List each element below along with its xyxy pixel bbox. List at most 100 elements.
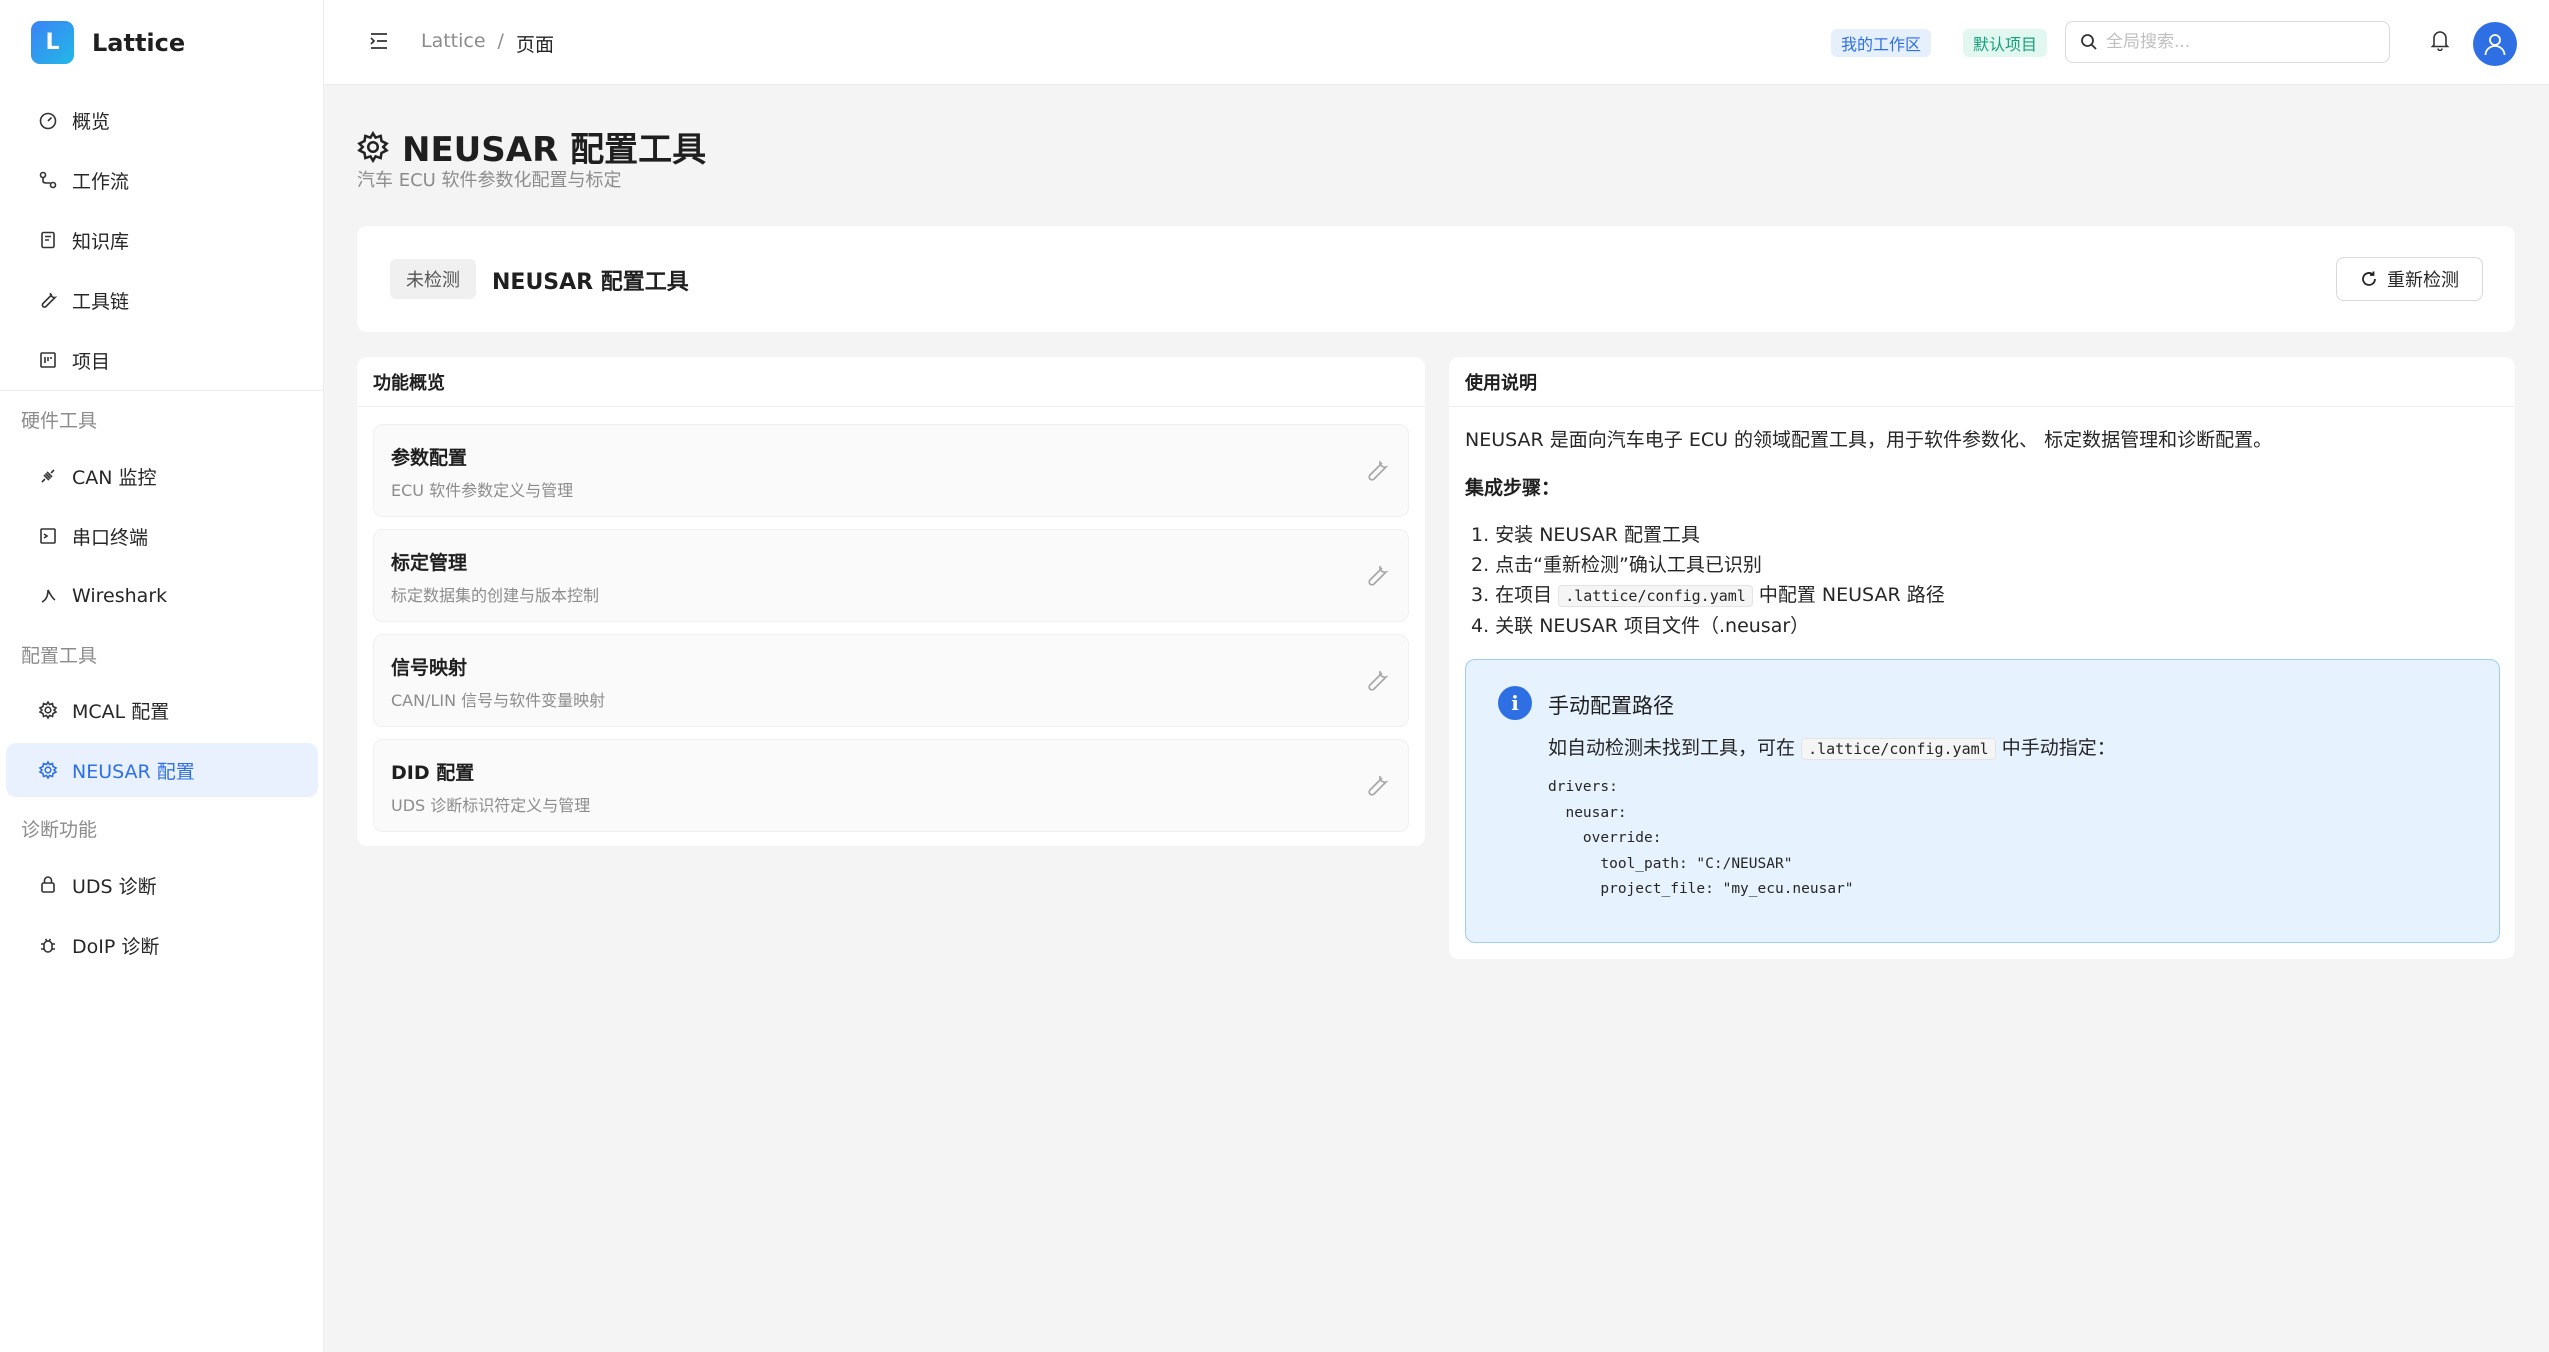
sidebar-item-label: MCAL 配置 xyxy=(72,700,170,723)
step-item: 1. 安装 NEUSAR 配置工具 xyxy=(1471,524,1700,546)
tool-name: NEUSAR 配置工具 xyxy=(492,270,689,295)
usage-panel: 使用说明 NEUSAR 是面向汽车电子 ECU 的领域配置工具，用于软件参数化、… xyxy=(1449,357,2515,959)
steps-title: 集成步骤： xyxy=(1465,477,1561,499)
sidebar-item-workflow[interactable]: 工作流 xyxy=(6,153,318,207)
refresh-icon xyxy=(2362,271,2376,286)
sidebar-item-wireshark[interactable]: Wireshark xyxy=(6,569,318,623)
wrench-icon xyxy=(1368,460,1389,481)
user-icon xyxy=(2484,34,2506,56)
sidebar-item-label: DoIP 诊断 xyxy=(72,935,160,958)
lock-icon xyxy=(41,876,55,893)
gear-icon xyxy=(38,760,58,780)
breadcrumb: Lattice / 页面 xyxy=(421,30,554,57)
sidebar-item-label: 项目 xyxy=(72,350,111,373)
sidebar-item-mcal-config[interactable]: MCAL 配置 xyxy=(6,683,318,737)
tool-status-card: 未检测 NEUSAR 配置工具 重新检测 xyxy=(357,226,2515,332)
wrench-icon xyxy=(41,292,58,308)
search-icon xyxy=(2081,34,2097,50)
breadcrumb-current: 页面 xyxy=(515,34,554,56)
step-item: 3. 在项目 .lattice/config.yaml 中配置 NEUSAR 路… xyxy=(1471,580,1945,611)
sidebar: L Lattice 概览 工作流 知识库 工具链 项目 硬件工具 CAN 监控 … xyxy=(0,0,324,1352)
step-text: 中配置 NEUSAR 路径 xyxy=(1758,584,1945,606)
config-path-code: .lattice/config.yaml xyxy=(1558,585,1753,607)
alert-title: 手动配置路径 xyxy=(1548,694,1674,718)
step-text: 3. 在项目 xyxy=(1471,584,1553,606)
section-config-tools: 配置工具 xyxy=(21,645,98,667)
page-title: NEUSAR 配置工具 xyxy=(356,122,706,171)
status-badge: 未检测 xyxy=(390,259,476,299)
sidebar-item-neusar-config[interactable]: NEUSAR 配置 xyxy=(6,743,318,797)
feature-desc: CAN/LIN 信号与软件变量映射 xyxy=(391,691,606,710)
gear-icon xyxy=(357,130,389,163)
terminal-icon xyxy=(40,528,56,544)
sidebar-item-can-monitor[interactable]: CAN 监控 xyxy=(6,449,318,503)
feature-title: 信号映射 xyxy=(391,657,468,679)
wrench-icon xyxy=(1368,775,1389,796)
page-subtitle: 汽车 ECU 软件参数化配置与标定 xyxy=(357,170,622,191)
sidebar-item-label: 串口终端 xyxy=(72,526,149,549)
config-path-code: .lattice/config.yaml xyxy=(1801,738,1996,760)
step-item: 2. 点击“重新检测”确认工具已识别 xyxy=(1471,554,1762,576)
feature-item-parameter-config[interactable]: 参数配置 ECU 软件参数定义与管理 xyxy=(373,424,1409,517)
gear-icon xyxy=(38,700,58,720)
search-input[interactable] xyxy=(2106,32,2376,52)
sidebar-item-label: 工作流 xyxy=(72,170,130,193)
workspace-tag[interactable]: 我的工作区 xyxy=(1831,29,1932,57)
feature-title: DID 配置 xyxy=(391,762,475,784)
recheck-button[interactable]: 重新检测 xyxy=(2336,257,2483,301)
breadcrumb-separator: / xyxy=(497,30,504,52)
plug-icon xyxy=(41,469,55,483)
sidebar-item-knowledge[interactable]: 知识库 xyxy=(6,213,318,267)
feature-item-signal-mapping[interactable]: 信号映射 CAN/LIN 信号与软件变量映射 xyxy=(373,634,1409,727)
sidebar-item-label: NEUSAR 配置 xyxy=(72,760,195,783)
feature-item-calibration[interactable]: 标定管理 标定数据集的创建与版本控制 xyxy=(373,529,1409,622)
sidebar-item-overview[interactable]: 概览 xyxy=(6,93,318,147)
manual-config-alert: i 手动配置路径 如自动检测未找到工具，可在 .lattice/config.y… xyxy=(1465,659,2500,943)
sidebar-item-label: Wireshark xyxy=(72,585,168,607)
breadcrumb-root[interactable]: Lattice xyxy=(421,30,486,57)
workflow-icon xyxy=(39,171,57,189)
dashboard-icon xyxy=(39,112,57,130)
menu-toggle-icon[interactable] xyxy=(368,30,390,52)
brand-name: Lattice xyxy=(92,28,186,57)
steps-list: 1. 安装 NEUSAR 配置工具 2. 点击“重新检测”确认工具已识别 3. … xyxy=(1471,520,1945,641)
brand-logo: L xyxy=(31,21,74,64)
feature-item-did-config[interactable]: DID 配置 UDS 诊断标识符定义与管理 xyxy=(373,739,1409,832)
bell-icon[interactable] xyxy=(2430,29,2450,51)
wrench-icon xyxy=(1368,565,1389,586)
info-icon: i xyxy=(1498,686,1532,720)
sidebar-item-uds-diagnostics[interactable]: UDS 诊断 xyxy=(6,858,318,912)
page-title-text: NEUSAR 配置工具 xyxy=(402,130,707,170)
sidebar-item-label: 工具链 xyxy=(72,290,130,313)
sidebar-item-projects[interactable]: 项目 xyxy=(6,333,318,387)
sidebar-item-doip-diagnostics[interactable]: DoIP 诊断 xyxy=(6,918,318,972)
bug-icon xyxy=(41,938,55,953)
top-header: Lattice / 页面 我的工作区 默认项目 xyxy=(324,0,2549,85)
project-icon xyxy=(40,352,56,368)
sidebar-divider xyxy=(0,390,324,391)
sidebar-item-label: CAN 监控 xyxy=(72,466,157,489)
recheck-label: 重新检测 xyxy=(2387,270,2459,291)
user-avatar[interactable] xyxy=(2473,22,2517,66)
wireshark-icon xyxy=(41,589,56,603)
sidebar-item-label: 概览 xyxy=(72,110,111,133)
wrench-icon xyxy=(1368,670,1389,691)
alert-text-part: 中手动指定： xyxy=(2001,737,2116,759)
global-search[interactable] xyxy=(2065,21,2390,63)
sidebar-item-label: UDS 诊断 xyxy=(72,875,157,898)
step-item: 4. 关联 NEUSAR 项目文件（.neusar） xyxy=(1471,615,1810,637)
sidebar-item-serial-terminal[interactable]: 串口终端 xyxy=(6,509,318,563)
sidebar-item-label: 知识库 xyxy=(72,230,130,253)
feature-desc: UDS 诊断标识符定义与管理 xyxy=(391,796,591,815)
feature-desc: 标定数据集的创建与版本控制 xyxy=(391,586,600,605)
brand[interactable]: L Lattice xyxy=(0,0,323,85)
feature-title: 参数配置 xyxy=(391,447,468,469)
panel-heading: 使用说明 xyxy=(1449,357,2515,407)
section-hardware-tools: 硬件工具 xyxy=(21,410,98,432)
feature-title: 标定管理 xyxy=(391,552,468,574)
sidebar-item-toolchain[interactable]: 工具链 xyxy=(6,273,318,327)
project-tag[interactable]: 默认项目 xyxy=(1963,29,2048,57)
alert-text: 如自动检测未找到工具，可在 .lattice/config.yaml 中手动指定… xyxy=(1548,733,2116,760)
panel-heading: 功能概览 xyxy=(357,357,1425,407)
book-icon xyxy=(41,231,55,249)
